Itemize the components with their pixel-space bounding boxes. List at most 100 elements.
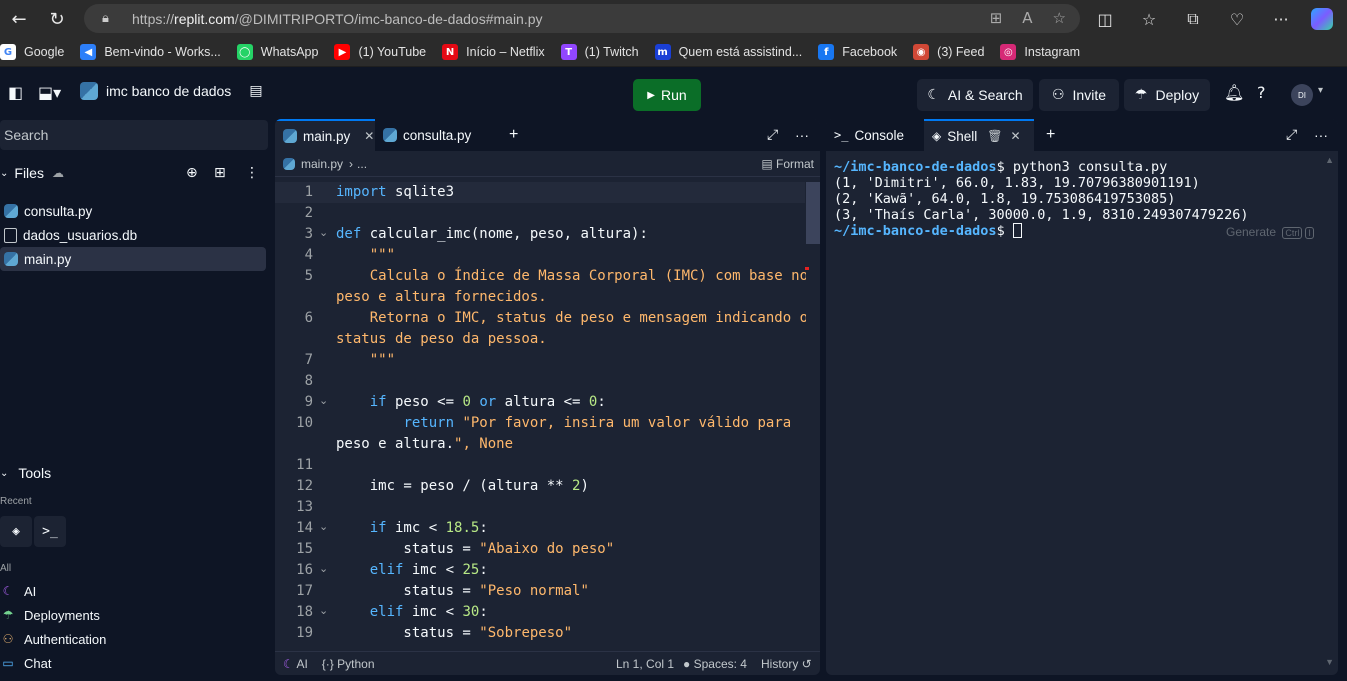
code-text: """: [336, 247, 396, 263]
bookmark-item[interactable]: m Quem está assistind...: [654, 44, 802, 60]
collections-icon[interactable]: ⧉: [1171, 9, 1215, 29]
sidebar-resize-handle[interactable]: [269, 119, 273, 675]
history-button[interactable]: History ↺: [761, 657, 812, 671]
bookmark-item[interactable]: ◯ WhatsApp: [236, 44, 318, 60]
tab-shell[interactable]: ◈ Shell 🗑︎ ✕: [924, 119, 1034, 151]
tool-item[interactable]: ☂ Deployments: [0, 605, 100, 625]
generate-hint[interactable]: Generate Ctrl I: [1226, 225, 1314, 239]
shell-icon: ◈: [932, 129, 942, 143]
scrollbar-thumb[interactable]: [806, 182, 820, 244]
more-icon[interactable]: ···: [1306, 119, 1328, 151]
bookmark-item[interactable]: f Facebook: [818, 44, 897, 60]
fold-chevron-icon[interactable]: ⌄: [319, 394, 328, 407]
help-icon[interactable]: ?: [1257, 83, 1266, 102]
tool-item[interactable]: ⚇ Authentication: [0, 629, 107, 649]
history-icon: ↺: [798, 656, 812, 671]
repl-info-icon[interactable]: ▤: [249, 83, 262, 99]
code-text: def calcular_imc(nome, peso, altura):: [336, 226, 648, 242]
files-header[interactable]: ⌄ Files ☁ ⊕ ⊞ ⋮: [0, 163, 268, 183]
bookmark-item[interactable]: G Google: [0, 44, 64, 60]
replit-logo-icon[interactable]: ⬓▾: [38, 83, 61, 102]
editor-scrollbar[interactable]: [806, 182, 820, 642]
code-text: peso e altura fornecidos.: [336, 289, 547, 305]
close-icon[interactable]: ✕: [1011, 129, 1021, 143]
favorites-icon[interactable]: ☆: [1127, 10, 1171, 29]
python-icon: [4, 252, 18, 266]
cursor-position[interactable]: Ln 1, Col 1: [616, 657, 674, 671]
tab-main-py[interactable]: main.py ✕: [275, 119, 375, 151]
file-item[interactable]: dados_usuarios.db: [0, 223, 266, 247]
tab-console[interactable]: >_ Console: [826, 119, 922, 151]
terminal-output[interactable]: ~/imc-banco-de-dados$ python3 consulta.p…: [834, 159, 1249, 239]
search-input[interactable]: Search: [0, 120, 268, 150]
tab-consulta-py[interactable]: consulta.py: [375, 119, 495, 151]
maximize-icon[interactable]: ⤢: [1278, 119, 1297, 151]
code-icon: {·}: [321, 656, 338, 671]
bookmark-item[interactable]: ◀ Bem-vindo - Works...: [80, 44, 221, 60]
file-item[interactable]: consulta.py: [0, 199, 266, 223]
breadcrumb-file[interactable]: main.py: [301, 157, 343, 171]
apps-icon[interactable]: ⊞: [990, 9, 1003, 27]
new-folder-icon[interactable]: ⊞: [214, 165, 226, 181]
line-number: 2: [304, 205, 313, 221]
scroll-down-icon[interactable]: ▼: [1325, 657, 1334, 667]
repl-title[interactable]: imc banco de dados ▤: [80, 82, 263, 100]
maximize-icon[interactable]: ⤢: [759, 119, 778, 151]
favorite-star-icon[interactable]: ☆: [1053, 9, 1066, 27]
deploy-button[interactable]: ☂ Deploy: [1124, 79, 1210, 111]
pane-resize-handle[interactable]: [821, 119, 825, 675]
browser-essentials-icon[interactable]: ♡: [1215, 10, 1259, 29]
code-area[interactable]: 1 import sqlite3 2 3 ⌄ def calcular_imc(nome,…: [275, 182, 808, 642]
read-aloud-icon[interactable]: A: [1022, 9, 1032, 27]
format-button[interactable]: ▤ Format: [761, 157, 814, 171]
bookmarks-bar: G Google ◀ Bem-vindo - Works... ◯ WhatsApp ▶ (1…: [0, 38, 1347, 67]
invite-button[interactable]: ⚇ Invite: [1039, 79, 1119, 111]
close-icon[interactable]: ✕: [364, 129, 374, 143]
fold-chevron-icon[interactable]: ⌄: [319, 226, 328, 239]
trash-icon[interactable]: 🗑︎: [987, 129, 1002, 143]
shell-pane: >_ Console ◈ Shell 🗑︎ ✕ + ⤢ ··· ~/imc-ba…: [826, 119, 1338, 675]
bell-icon[interactable]: 🔔︎: [1224, 83, 1244, 102]
language-status[interactable]: {·} Python: [322, 657, 375, 671]
editor-tabs: main.py ✕ consulta.py + ⤢ ···: [275, 119, 820, 151]
spaces-status[interactable]: ● Spaces: 4: [683, 657, 747, 671]
more-options-icon[interactable]: ⋮: [245, 165, 259, 181]
more-icon[interactable]: ···: [787, 119, 809, 151]
bookmark-item[interactable]: T (1) Twitch: [560, 44, 639, 60]
refresh-icon[interactable]: ↻: [38, 0, 76, 38]
add-tab-button[interactable]: +: [1038, 119, 1055, 151]
console-tool-tile[interactable]: >_: [34, 516, 66, 547]
breadcrumb-more[interactable]: ...: [357, 157, 367, 171]
fold-chevron-icon[interactable]: ⌄: [319, 520, 328, 533]
bookmark-item[interactable]: ◉ (3) Feed: [913, 44, 984, 60]
chevron-down-icon: ⌄: [0, 467, 9, 479]
shell-tool-tile[interactable]: ◈: [0, 516, 32, 547]
tools-header[interactable]: ⌄ Tools: [0, 465, 51, 481]
url-text: https://replit.com/@DIMITRIPORTO/imc-ban…: [132, 10, 543, 27]
file-item[interactable]: main.py: [0, 247, 266, 271]
scroll-up-icon[interactable]: ▲: [1325, 155, 1334, 165]
fold-chevron-icon[interactable]: ⌄: [319, 604, 328, 617]
fold-chevron-icon[interactable]: ⌄: [319, 562, 328, 575]
new-file-icon[interactable]: ⊕: [186, 165, 198, 181]
back-icon[interactable]: ←: [0, 0, 38, 38]
run-button[interactable]: ▶ Run: [633, 79, 701, 111]
bookmark-item[interactable]: ▶ (1) YouTube: [334, 44, 426, 60]
copilot-icon[interactable]: [1311, 8, 1333, 30]
chevron-down-icon[interactable]: ▾: [1318, 85, 1323, 96]
ai-status[interactable]: ☾ AI: [283, 657, 308, 671]
avatar[interactable]: DI: [1291, 84, 1313, 106]
tool-item[interactable]: ☾ AI: [0, 581, 37, 601]
split-screen-icon[interactable]: ◫: [1083, 10, 1127, 29]
bookmark-item[interactable]: N Início – Netflix: [442, 44, 545, 60]
line-number: 7: [304, 352, 313, 368]
add-tab-button[interactable]: +: [501, 119, 518, 151]
bookmark-item[interactable]: ◎ Instagram: [1000, 44, 1080, 60]
editor-statusbar: ☾ AI {·} Python Ln 1, Col 1 ● Spaces: 4 …: [275, 651, 820, 675]
ai-search-button[interactable]: ☾ AI & Search: [917, 79, 1033, 111]
address-bar[interactable]: 🔒︎ https://replit.com/@DIMITRIPORTO/imc-…: [84, 4, 1080, 33]
all-label: All: [0, 563, 12, 574]
tool-item[interactable]: ▭ Chat: [0, 653, 51, 673]
sidebar-toggle-icon[interactable]: ◧: [8, 83, 23, 102]
more-icon[interactable]: ···: [1259, 10, 1303, 29]
